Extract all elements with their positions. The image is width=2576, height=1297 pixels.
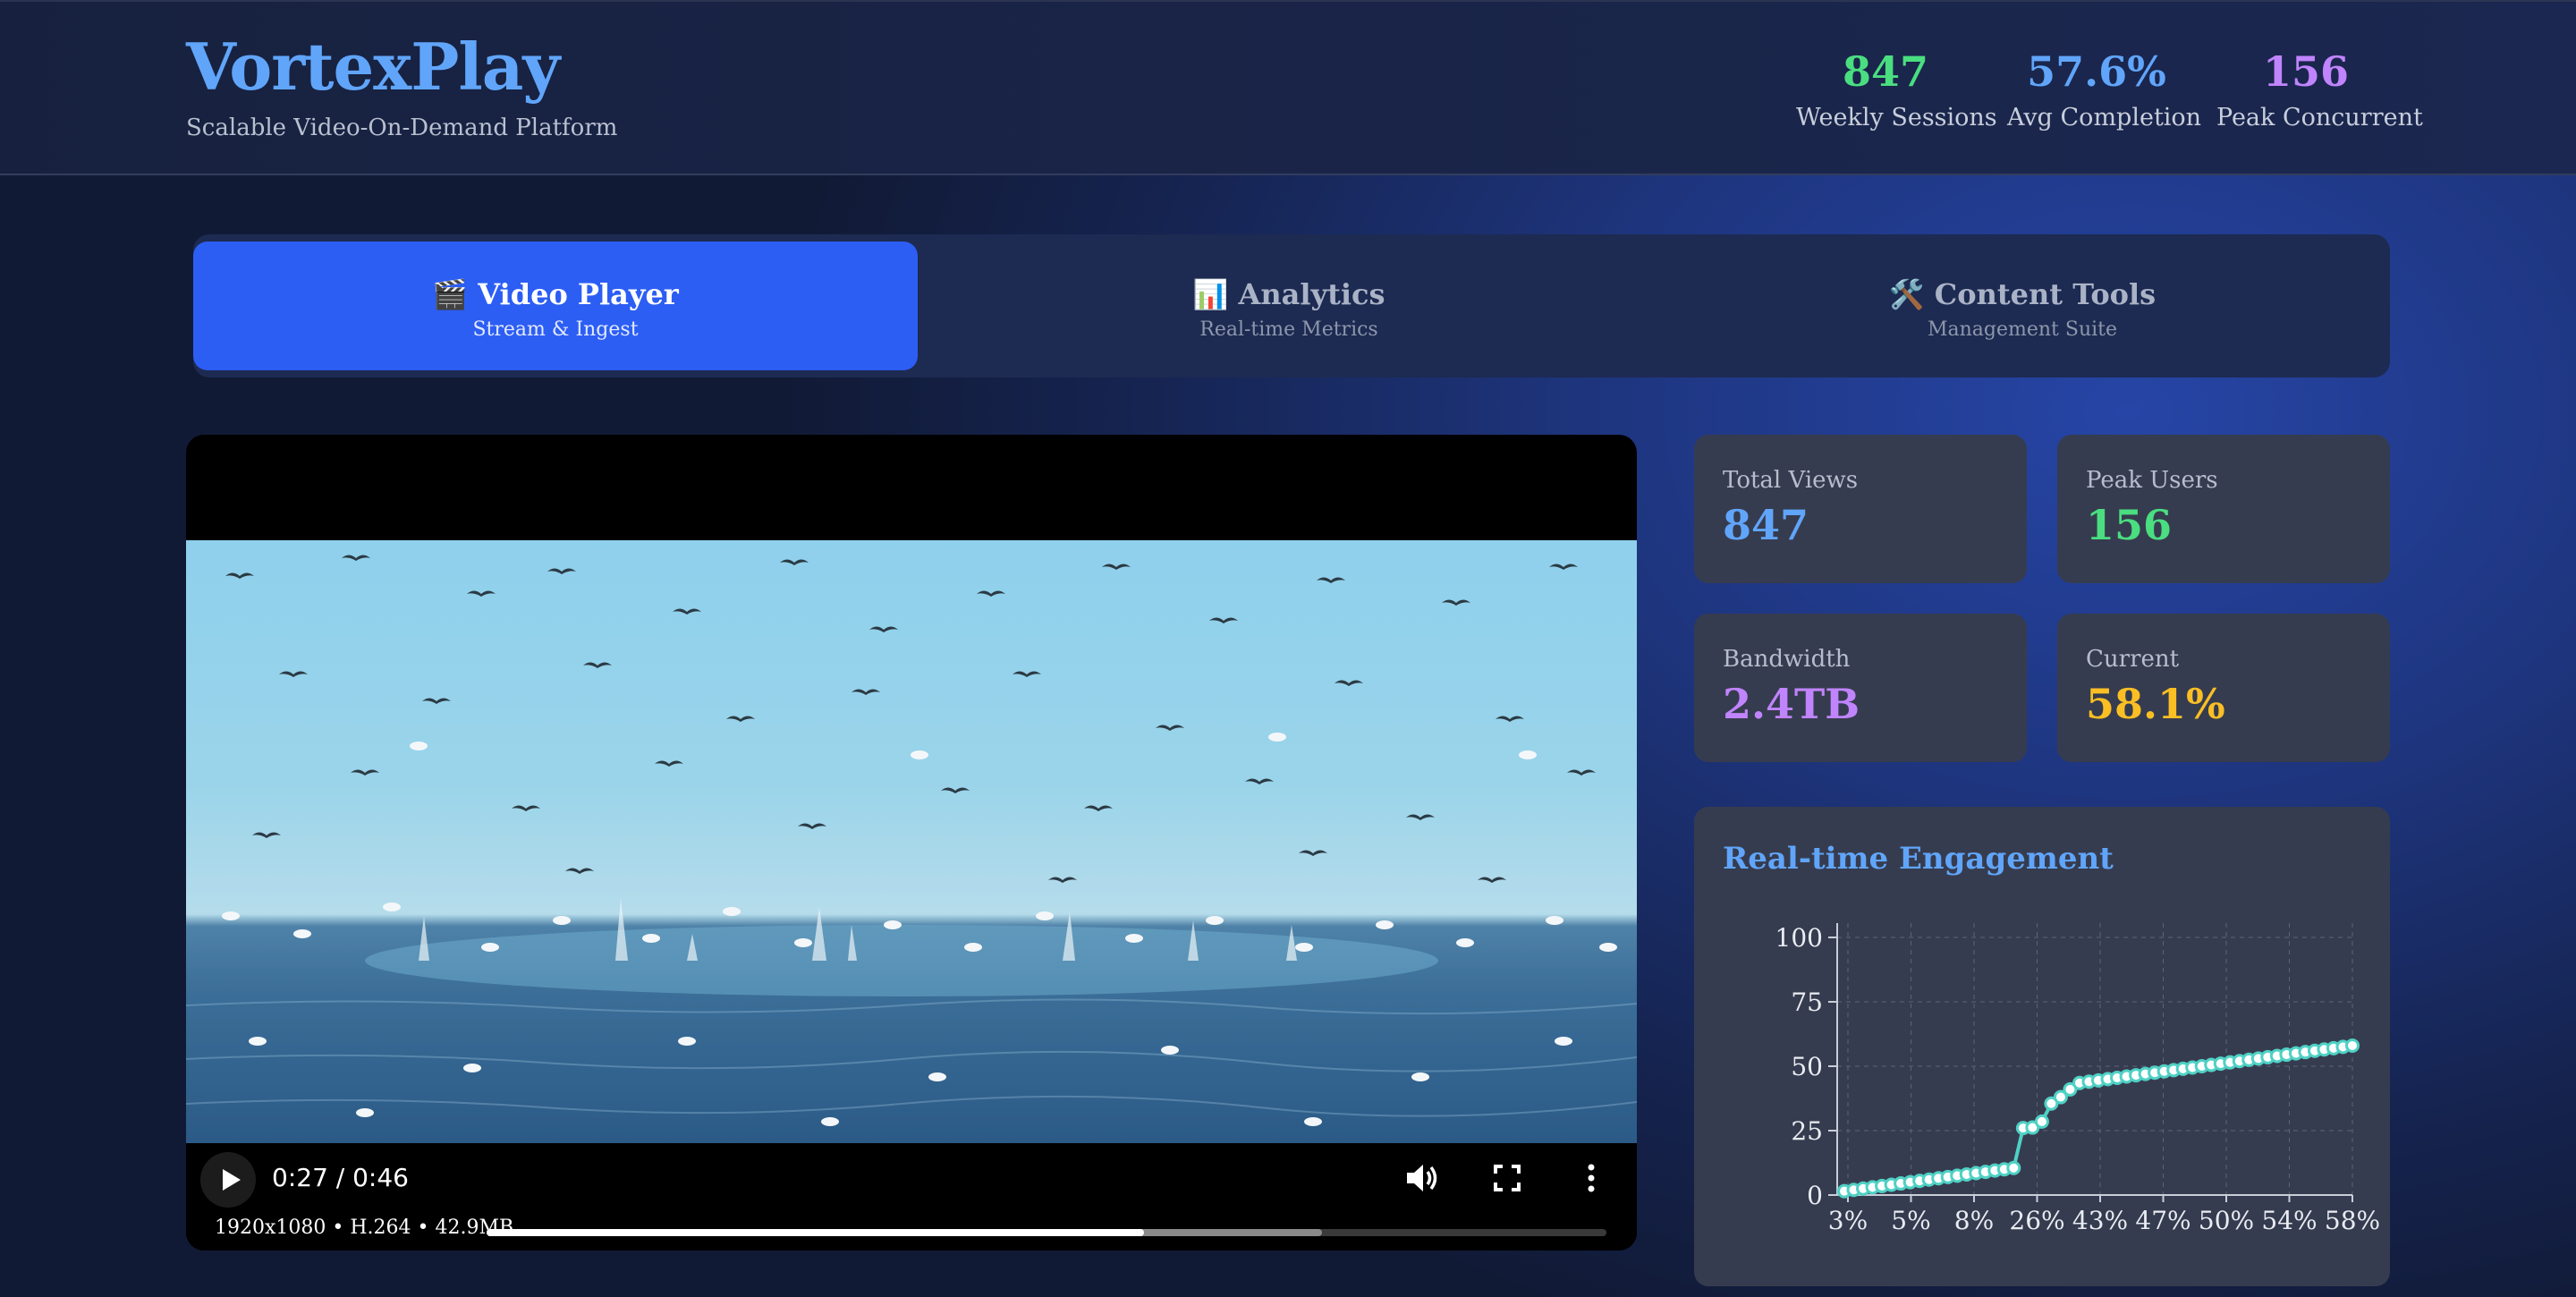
- x-tick-label: 3%: [1828, 1206, 1868, 1235]
- metric-value: 2.4TB: [1723, 680, 1860, 728]
- tab-content-tools[interactable]: 🛠️ Content Tools Management Suite: [1660, 242, 2385, 370]
- play-button[interactable]: [200, 1152, 256, 1208]
- header-stat-weekly-sessions: 847 Weekly Sessions: [1796, 45, 1997, 131]
- header-stat-label: Peak Concurrent: [2216, 104, 2423, 131]
- header-stat-label: Avg Completion: [2007, 104, 2202, 131]
- played-progress: [487, 1229, 1144, 1236]
- tab-title: 🎬 Video Player: [193, 277, 918, 311]
- app-tagline: Scalable Video-On-Demand Platform: [186, 114, 618, 141]
- metric-card-current: Current 58.1%: [2057, 614, 2390, 762]
- y-tick-label: 75: [1791, 988, 1823, 1017]
- playback-time: 0:27 / 0:46: [272, 1163, 409, 1192]
- header-stat-avg-completion: 57.6% Avg Completion: [2007, 45, 2202, 131]
- metric-value: 847: [1723, 501, 1809, 549]
- header-stat-label: Weekly Sessions: [1796, 104, 1997, 131]
- tab-analytics[interactable]: 📊 Analytics Real-time Metrics: [927, 242, 1651, 370]
- tab-title: 📊 Analytics: [927, 277, 1651, 311]
- metric-label: Bandwidth: [1723, 646, 1851, 673]
- header-stat-value: 847: [1842, 47, 1929, 96]
- header-stat-value: 156: [2262, 47, 2350, 96]
- metric-label: Current: [2086, 646, 2180, 673]
- player-controls: 0:27 / 0:46 1920x1080 • H.264 • 42.9MB: [186, 1143, 1637, 1250]
- main-tabs: 🎬 Video Player Stream & Ingest 📊 Analyti…: [193, 234, 2390, 377]
- more-options-icon[interactable]: [1569, 1156, 1614, 1200]
- y-tick-label: 50: [1791, 1052, 1823, 1081]
- tab-video-player[interactable]: 🎬 Video Player Stream & Ingest: [193, 242, 918, 370]
- y-tick-label: 0: [1807, 1181, 1823, 1210]
- y-tick-label: 100: [1775, 923, 1823, 953]
- header-stat-value: 57.6%: [2027, 47, 2166, 96]
- seek-bar[interactable]: [487, 1229, 1606, 1236]
- video-frame[interactable]: [186, 540, 1637, 1143]
- engagement-data-point: [2034, 1114, 2049, 1129]
- clapper-icon: 🎬: [432, 277, 469, 311]
- engagement-data-point: [2006, 1160, 2021, 1175]
- top-header: VortexPlay Scalable Video-On-Demand Plat…: [0, 0, 2576, 175]
- engagement-chart: 0 25 50 75 100 3% 5% 8% 26% 43% 47% 50% 54% 58%: [1775, 923, 2380, 1235]
- engagement-card: Real-time Engagement 0 25 50 75 100 3% 5% 8% 26%…: [1694, 807, 2390, 1286]
- x-tick-label: 54%: [2261, 1206, 2317, 1235]
- x-tick-label: 26%: [2009, 1206, 2064, 1235]
- volume-icon[interactable]: [1399, 1156, 1444, 1200]
- x-tick-label: 58%: [2325, 1206, 2380, 1235]
- fullscreen-icon[interactable]: [1485, 1156, 1530, 1200]
- tab-label: Video Player: [478, 277, 679, 311]
- x-tick-label: 43%: [2072, 1206, 2128, 1235]
- tab-title: 🛠️ Content Tools: [1660, 277, 2385, 311]
- metric-label: Peak Users: [2086, 467, 2218, 494]
- metric-value: 156: [2086, 501, 2173, 549]
- tab-subtitle: Management Suite: [1927, 318, 2118, 341]
- tools-icon: 🛠️: [1888, 277, 1925, 311]
- video-image-seabirds: [186, 555, 1637, 1126]
- metric-label: Total Views: [1723, 467, 1859, 494]
- app-logo: VortexPlay: [186, 29, 560, 105]
- bar-chart-icon: 📊: [1192, 277, 1229, 311]
- x-tick-label: 50%: [2199, 1206, 2254, 1235]
- tab-subtitle: Stream & Ingest: [472, 318, 639, 341]
- x-tick-label: 8%: [1954, 1206, 1994, 1235]
- engagement-data-point: [2345, 1038, 2360, 1053]
- video-metadata: 1920x1080 • H.264 • 42.9MB: [215, 1216, 514, 1239]
- tab-label: Content Tools: [1934, 277, 2157, 311]
- tab-subtitle: Real-time Metrics: [1199, 318, 1378, 341]
- metric-card-bandwidth: Bandwidth 2.4TB: [1694, 614, 2027, 762]
- header-stat-peak-concurrent: 156 Peak Concurrent: [2216, 45, 2423, 131]
- tab-label: Analytics: [1238, 277, 1385, 311]
- x-tick-label: 47%: [2135, 1206, 2190, 1235]
- video-player[interactable]: 0:27 / 0:46 1920x1080 • H.264 • 42.9MB: [186, 435, 1637, 1250]
- x-tick-label: 5%: [1891, 1206, 1930, 1235]
- metric-card-total-views: Total Views 847: [1694, 435, 2027, 583]
- engagement-series-line: [1843, 1044, 2353, 1193]
- y-tick-label: 25: [1791, 1116, 1823, 1146]
- metric-card-peak-users: Peak Users 156: [2057, 435, 2390, 583]
- metric-value: 58.1%: [2086, 680, 2225, 728]
